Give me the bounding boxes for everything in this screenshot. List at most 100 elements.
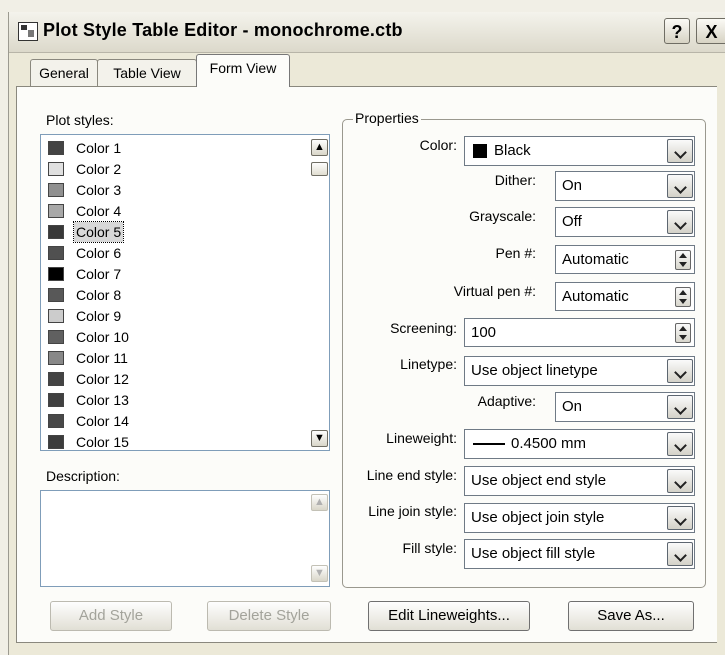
tab-form-view[interactable]: Form View [196,54,290,87]
color-swatch [48,393,64,407]
chevron-down-icon[interactable] [667,174,693,198]
tab-table-view[interactable]: Table View [97,59,197,86]
linetype-label: Linetype: [400,356,457,372]
list-item[interactable]: Color 10 [46,327,286,347]
lineweight-dropdown[interactable]: 0.4500 mm [464,429,695,459]
properties-group-label: Properties [353,110,421,126]
help-button[interactable]: ? [664,18,690,44]
save-as-button[interactable]: Save As... [568,601,694,631]
close-button[interactable]: X [696,18,725,44]
color-dropdown[interactable]: Black [464,136,695,166]
list-item[interactable]: Color 3 [46,180,286,200]
color-swatch [48,183,64,197]
list-item[interactable]: Color 9 [46,306,286,326]
spinner-arrows-icon[interactable] [675,250,691,270]
color-value: Black [494,142,531,159]
list-item[interactable]: Color 1 [46,138,286,158]
tab-general[interactable]: General [30,59,98,86]
list-item-label: Color 1 [76,140,122,156]
list-item[interactable]: Color 8 [46,285,286,305]
description-field[interactable]: ▲ ▼ [40,490,330,587]
scroll-up-button[interactable]: ▲ [311,139,328,156]
color-swatch [473,144,487,158]
list-item[interactable]: Color 11 [46,348,286,368]
pen-label: Pen #: [495,245,536,261]
color-swatch [48,351,64,365]
plot-styles-list[interactable]: Color 1 Color 2 Color 3 Color 4 Color 5 Color… [40,134,330,451]
list-item[interactable]: Color 5 [46,221,286,243]
list-item-label: Color 15 [76,434,129,450]
list-item[interactable]: Color 12 [46,369,286,389]
screening-label: Screening: [390,320,457,336]
list-item-label: Color 14 [76,413,129,429]
linetype-dropdown[interactable]: Use object linetype [464,356,695,386]
color-label: Color: [419,137,457,153]
plot-style-app-icon [18,22,38,41]
dither-dropdown[interactable]: On [555,171,695,201]
color-swatch [48,246,64,260]
pen-spinner[interactable]: Automatic [555,245,695,274]
fill-style-dropdown[interactable]: Use object fill style [464,539,695,569]
virtual-pen-spinner[interactable]: Automatic [555,282,695,311]
chevron-down-icon[interactable] [667,395,693,419]
virtual-pen-label: Virtual pen #: [453,283,536,299]
pen-value: Automatic [562,251,629,268]
list-item[interactable]: Color 6 [46,243,286,263]
screening-spinner[interactable]: 100 [464,318,695,347]
list-item-label: Color 13 [76,392,129,408]
adaptive-dropdown[interactable]: On [555,392,695,422]
list-item-label: Color 5 [72,221,125,243]
lineweight-value: 0.4500 mm [511,435,587,452]
line-join-style-dropdown[interactable]: Use object join style [464,503,695,533]
spinner-arrows-icon[interactable] [675,323,691,343]
list-item[interactable]: Color 15 [46,432,286,450]
description-scroll-up-button[interactable]: ▲ [311,494,328,511]
line-end-style-value: Use object end style [471,472,607,489]
spinner-arrows-icon[interactable] [675,287,691,307]
list-item[interactable]: Color 4 [46,201,286,221]
color-swatch [48,162,64,176]
line-end-style-label: Line end style: [366,467,457,483]
screening-value: 100 [471,324,497,341]
list-item[interactable]: Color 14 [46,411,286,431]
chevron-down-icon[interactable] [667,359,693,383]
line-end-style-dropdown[interactable]: Use object end style [464,466,695,496]
list-item-label: Color 12 [76,371,129,387]
description-scroll-down-button[interactable]: ▼ [311,565,328,582]
dither-label: Dither: [494,172,536,188]
color-swatch [48,414,64,428]
fill-style-value: Use object fill style [471,545,596,562]
color-swatch [48,309,64,323]
scroll-thumb[interactable] [311,162,328,176]
chevron-down-icon[interactable] [667,210,693,234]
grayscale-value: Off [562,213,582,230]
list-item[interactable]: Color 7 [46,264,286,284]
scroll-down-button[interactable]: ▼ [311,430,328,447]
color-swatch [48,288,64,302]
dither-value: On [562,177,583,194]
color-swatch [48,225,64,239]
edit-lineweights-button[interactable]: Edit Lineweights... [368,601,530,631]
lineweight-label: Lineweight: [386,430,457,446]
color-swatch [48,204,64,218]
line-join-style-label: Line join style: [368,503,457,519]
add-style-button[interactable]: Add Style [50,601,172,631]
chevron-down-icon[interactable] [667,506,693,530]
list-item-label: Color 4 [76,203,122,219]
title-bar[interactable]: Plot Style Table Editor - monochrome.ctb… [9,12,725,53]
delete-style-button[interactable]: Delete Style [207,601,331,631]
chevron-down-icon[interactable] [667,542,693,566]
chevron-down-icon[interactable] [667,139,693,163]
list-item-label: Color 7 [76,266,122,282]
chevron-down-icon[interactable] [667,432,693,456]
linetype-value: Use object linetype [471,362,598,379]
list-item-label: Color 8 [76,287,122,303]
chevron-down-icon[interactable] [667,469,693,493]
color-swatch [48,141,64,155]
list-item[interactable]: Color 2 [46,159,286,179]
list-item[interactable]: Color 13 [46,390,286,410]
lineweight-line-icon [473,443,505,445]
plot-styles-label: Plot styles: [46,112,114,128]
list-item-label: Color 2 [76,161,122,177]
grayscale-dropdown[interactable]: Off [555,207,695,237]
